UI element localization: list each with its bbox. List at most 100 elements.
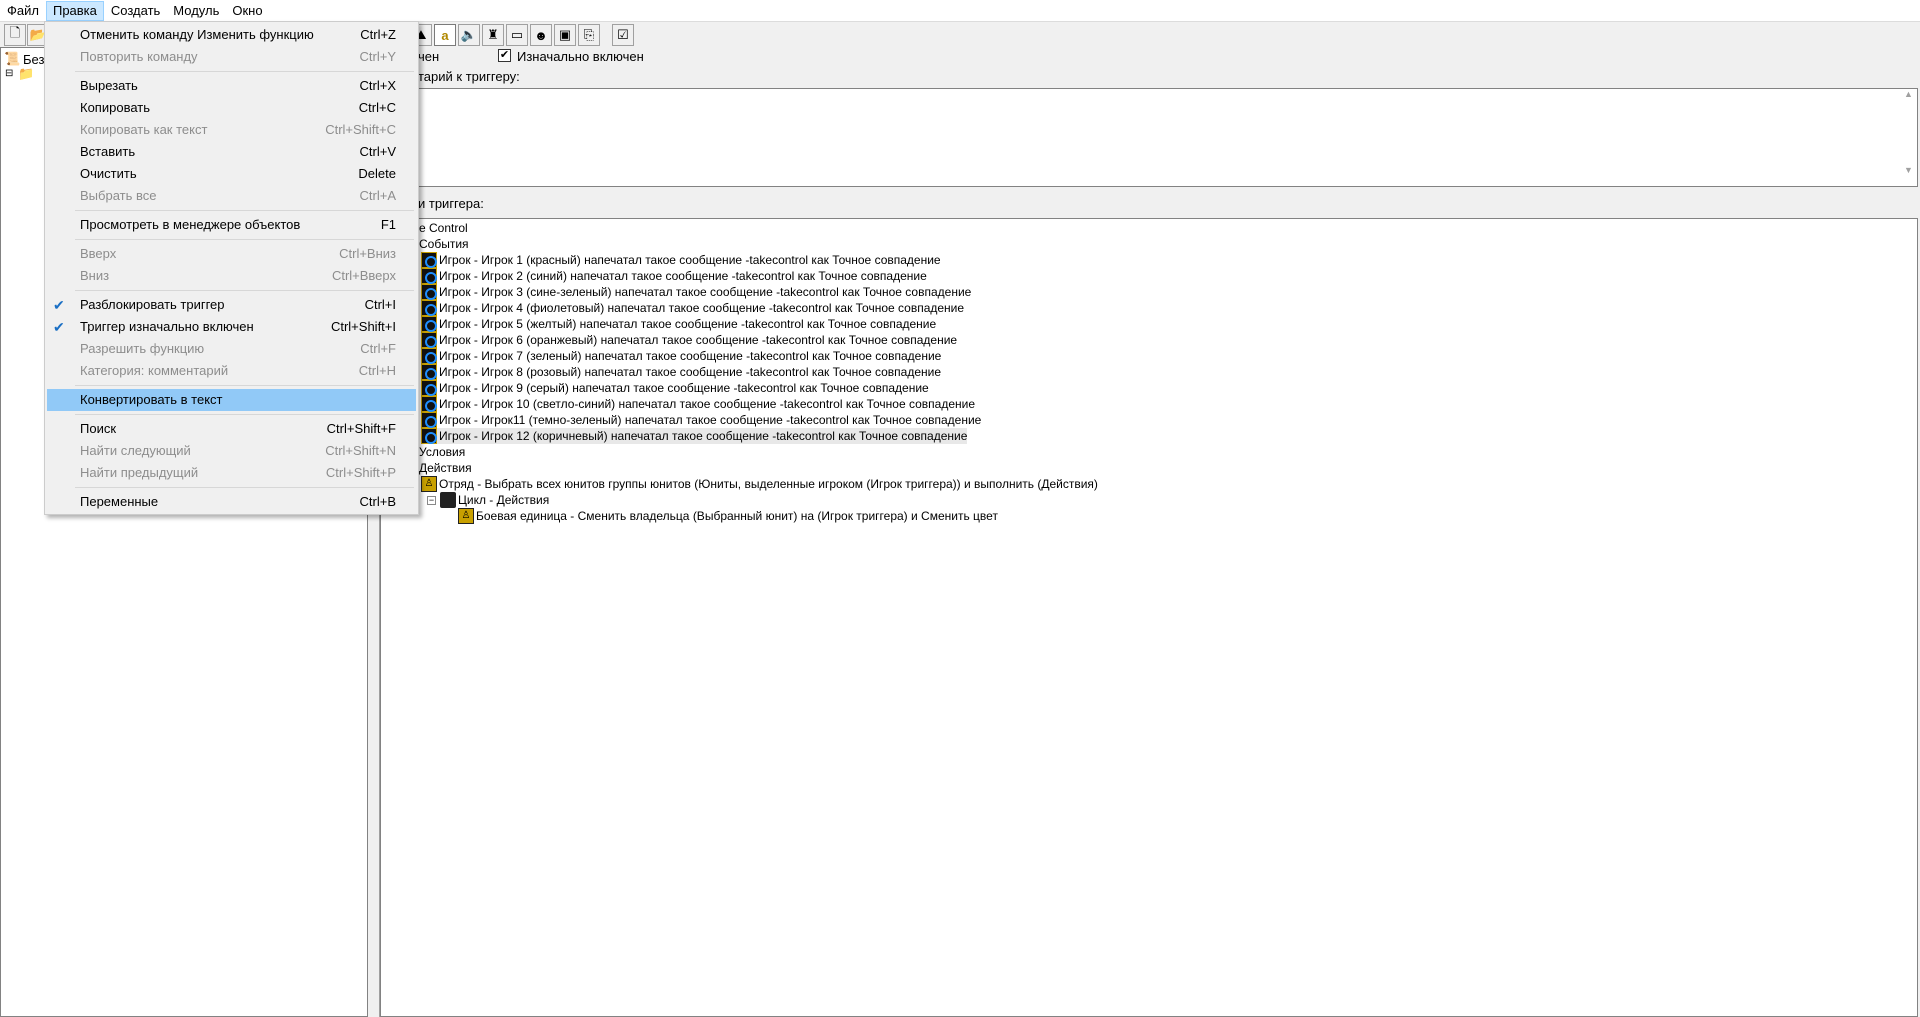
text-button[interactable]: a (434, 24, 456, 46)
menu-item[interactable]: Найти предыдущий Ctrl+Shift+P (47, 462, 416, 484)
text-icon: a (441, 27, 449, 43)
import-icon: ⎘ (583, 27, 595, 42)
menu-item[interactable]: Просмотреть в менеджере объектов F1 (47, 214, 416, 236)
event-row[interactable]: Игрок - Игрок 6 (оранжевый) напечатал та… (421, 332, 957, 348)
event-row[interactable]: Игрок - Игрок 3 (сине-зеленый) напечатал… (421, 284, 971, 300)
menu-item[interactable]: Копировать как текст Ctrl+Shift+C (47, 119, 416, 141)
collapse-icon[interactable]: ⊟ (5, 68, 13, 79)
menu-item-shortcut: Ctrl+I (364, 297, 396, 312)
menu-item-label: Конвертировать в текст (80, 392, 223, 407)
menu-item-shortcut: Ctrl+Shift+C (325, 122, 396, 137)
menu-item[interactable]: Выбрать все Ctrl+A (47, 185, 416, 207)
ev-icon (421, 284, 437, 300)
menu-item-label: Разблокировать триггер (80, 297, 225, 312)
trigger-name[interactable]: e Control (419, 220, 468, 236)
event-row-label: Игрок - Игрок 2 (синий) напечатал такое … (439, 269, 927, 283)
menu-item-shortcut: Ctrl+B (359, 494, 396, 509)
import-button[interactable]: ⎘ (578, 24, 600, 46)
menu-item[interactable]: Найти следующий Ctrl+Shift+N (47, 440, 416, 462)
ai-icon: ☻ (534, 27, 548, 43)
action-group-row[interactable]: ♙ Отряд - Выбрать всех юнитов группы юнит… (421, 476, 1098, 492)
loop-action-row[interactable]: ♙ Боевая единица - Сменить владельца (Выб… (458, 508, 998, 524)
menu-separator (75, 414, 414, 415)
menu-item-shortcut: Ctrl+F (360, 341, 396, 356)
comment-textarea[interactable]: ▲ ▼ (380, 88, 1918, 187)
panel-button[interactable]: ▭ (506, 24, 528, 46)
menu-item-label: Триггер изначально включен (80, 319, 254, 334)
grp-icon: ♙ (421, 476, 437, 492)
event-row-label: Игрок - Игрок 10 (светло-синий) напечата… (439, 397, 976, 411)
menu-2[interactable]: Создать (105, 1, 166, 21)
enabled-label-fragment: чен (418, 49, 440, 64)
menu-item[interactable]: Копировать Ctrl+C (47, 97, 416, 119)
edit-menu-dropdown: Отменить команду Изменить функцию Ctrl+Z П… (44, 21, 419, 515)
ai-button[interactable]: ☻ (530, 24, 552, 46)
trigger-name-label: e Control (419, 221, 468, 235)
menu-item-label: Просмотреть в менеджере объектов (80, 217, 301, 232)
event-row-label: Игрок - Игрок 5 (желтый) напечатал такое… (439, 317, 937, 331)
menu-item[interactable]: ✔ Разблокировать триггер Ctrl+I (47, 294, 416, 316)
event-row[interactable]: Игрок - Игрок 8 (розовый) напечатал тако… (421, 364, 941, 380)
menu-item[interactable]: Вниз Ctrl+Вверх (47, 265, 416, 287)
actions-node[interactable]: Действия (419, 460, 472, 476)
menu-3[interactable]: Модуль (167, 1, 225, 21)
menu-item[interactable]: Очистить Delete (47, 163, 416, 185)
map-root-label[interactable]: Без (23, 52, 44, 67)
menu-item[interactable]: Вырезать Ctrl+X (47, 75, 416, 97)
menu-item-label: Переменные (80, 494, 159, 509)
menu-item-shortcut: F1 (380, 217, 396, 232)
menu-item-shortcut: Ctrl+Z (360, 27, 396, 42)
menu-item-shortcut: Ctrl+Shift+P (325, 465, 396, 480)
sound-button[interactable]: 🔈 (458, 24, 480, 46)
panel-icon: ▭ (510, 27, 524, 42)
events-node-label: События (419, 237, 469, 251)
ev-icon (421, 252, 437, 268)
menu-item-label: Найти предыдущий (80, 465, 199, 480)
collapse-icon[interactable]: − (427, 495, 436, 505)
test-map-icon: ☑ (617, 27, 629, 42)
menu-item-label: Найти следующий (80, 443, 191, 458)
menu-0[interactable]: Файл (1, 1, 45, 21)
event-row[interactable]: Игрок - Игрок 12 (коричневый) напечатал … (421, 428, 968, 444)
menu-item[interactable]: Поиск Ctrl+Shift+F (47, 418, 416, 440)
initially-enabled-label: Изначально включен (517, 49, 644, 64)
comment-scrollbar[interactable]: ▲ ▼ (1900, 89, 1917, 186)
menu-item[interactable]: Вверх Ctrl+Вниз (47, 243, 416, 265)
event-row[interactable]: Игрок - Игрок 7 (зеленый) напечатал тако… (421, 348, 941, 364)
new-button[interactable]: 🗋 (4, 24, 26, 46)
events-node[interactable]: События (419, 236, 469, 252)
menu-item[interactable]: Отменить команду Изменить функцию Ctrl+Z (47, 24, 416, 46)
menu-item-shortcut: Ctrl+Shift+I (330, 319, 396, 334)
menu-item[interactable]: Конвертировать в текст (47, 389, 416, 411)
event-row[interactable]: Игрок - Игрок 5 (желтый) напечатал такое… (421, 316, 936, 332)
test-map-button[interactable]: ☑ (612, 24, 634, 46)
menu-item[interactable]: Разрешить функцию Ctrl+F (47, 338, 416, 360)
trigger-functions-tree[interactable]: e Control События Игрок - Игрок 1 (красный… (380, 218, 1918, 1017)
menu-separator (75, 71, 414, 72)
conditions-node[interactable]: Условия (419, 444, 465, 460)
menu-item-label: Вырезать (80, 78, 138, 93)
event-row[interactable]: Игрок - Игрок11 (темно-зеленый) напечата… (421, 412, 981, 428)
ev-icon (421, 412, 437, 428)
event-row[interactable]: Игрок - Игрок 1 (красный) напечатал тако… (421, 252, 941, 268)
new-icon: 🗋 (9, 25, 21, 40)
object-button[interactable]: ▣ (554, 24, 576, 46)
menu-item[interactable]: Категория: комментарий Ctrl+H (47, 360, 416, 382)
menu-item[interactable]: Переменные Ctrl+B (47, 491, 416, 513)
menu-item[interactable]: Повторить команду Ctrl+Y (47, 46, 416, 68)
event-row[interactable]: Игрок - Игрок 10 (светло-синий) напечата… (421, 396, 975, 412)
event-row[interactable]: Игрок - Игрок 9 (серый) напечатал такое … (421, 380, 929, 396)
event-row[interactable]: Игрок - Игрок 2 (синий) напечатал такое … (421, 268, 927, 284)
loop-row[interactable]: − Цикл - Действия (427, 492, 549, 508)
unit-button[interactable]: ♜ (482, 24, 504, 46)
menu-separator (75, 385, 414, 386)
menu-1[interactable]: Правка (45, 0, 104, 21)
ev-icon (421, 396, 437, 412)
initially-enabled-checkbox[interactable]: ✔ (498, 49, 511, 62)
menu-item[interactable]: ✔ Триггер изначально включен Ctrl+Shift+I (47, 316, 416, 338)
menu-item-shortcut: Ctrl+V (359, 144, 396, 159)
action-group-row-label: Отряд - Выбрать всех юнитов группы юнито… (439, 477, 1098, 491)
event-row[interactable]: Игрок - Игрок 4 (фиолетовый) напечатал т… (421, 300, 964, 316)
menu-item[interactable]: Вставить Ctrl+V (47, 141, 416, 163)
menu-4[interactable]: Окно (226, 1, 268, 21)
